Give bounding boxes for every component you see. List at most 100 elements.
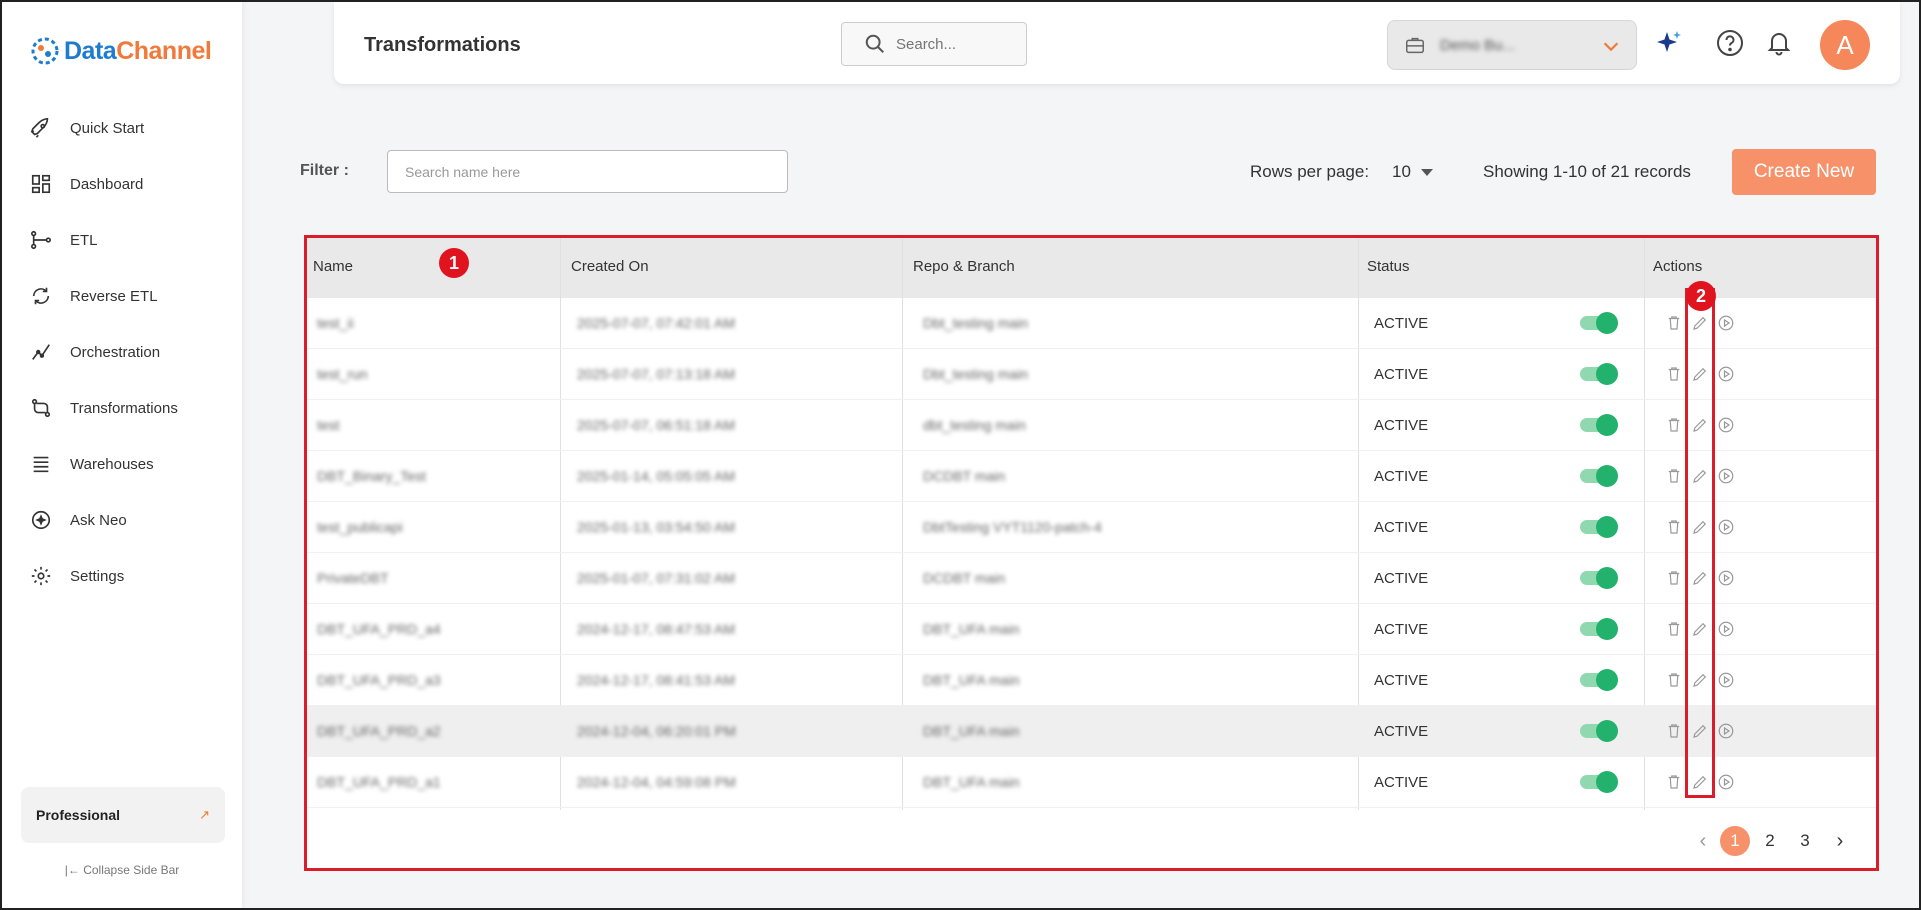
row-name[interactable]: PrivateDBT: [317, 570, 389, 586]
run-icon[interactable]: [1717, 722, 1735, 740]
delete-icon[interactable]: [1665, 518, 1683, 536]
table-row[interactable]: DBT_UFA_PRD_a4 2024-12-17, 08:47:53 AM DBT…: [307, 604, 1876, 655]
delete-icon[interactable]: [1665, 773, 1683, 791]
rows-per-page-select[interactable]: 10: [1392, 162, 1433, 182]
table-row[interactable]: test_run 2025-07-07, 07:13:18 AM Dbt_testi…: [307, 349, 1876, 400]
delete-icon[interactable]: [1665, 416, 1683, 434]
user-avatar[interactable]: A: [1820, 20, 1870, 70]
run-icon[interactable]: [1717, 467, 1735, 485]
column-header-name[interactable]: Name: [313, 258, 353, 275]
search-input[interactable]: [896, 35, 1006, 53]
status-toggle[interactable]: [1580, 618, 1618, 640]
run-icon[interactable]: [1717, 671, 1735, 689]
run-icon[interactable]: [1717, 620, 1735, 638]
row-status: ACTIVE: [1374, 314, 1429, 332]
sidebar-item-quick-start[interactable]: Quick Start: [2, 100, 242, 156]
global-search[interactable]: [841, 22, 1027, 66]
plan-box[interactable]: Professional ↗: [21, 787, 225, 843]
row-status: ACTIVE: [1374, 365, 1429, 383]
status-toggle[interactable]: [1580, 567, 1618, 589]
next-page-icon[interactable]: ›: [1825, 826, 1855, 856]
collapse-label: Collapse Side Bar: [83, 863, 180, 877]
row-name[interactable]: test: [317, 417, 340, 433]
column-header-repo-branch[interactable]: Repo & Branch: [913, 258, 1015, 275]
prev-page-icon[interactable]: ‹: [1688, 826, 1718, 856]
sidebar-item-settings[interactable]: Settings: [2, 548, 242, 604]
row-name[interactable]: test_publicapi: [317, 519, 403, 535]
run-icon[interactable]: [1717, 569, 1735, 587]
table-row[interactable]: DBT_UFA_PRD_a2 2024-12-04, 06:20:01 PM DBT…: [307, 706, 1876, 757]
table-row[interactable]: test 2025-07-07, 06:51:18 AM dbt_testing m…: [307, 400, 1876, 451]
settings-icon: [31, 566, 51, 586]
run-icon[interactable]: [1717, 416, 1735, 434]
workspace-selector[interactable]: Demo Bu...: [1387, 20, 1637, 70]
run-icon[interactable]: [1717, 314, 1735, 332]
sidebar-item-dashboard[interactable]: Dashboard: [2, 156, 242, 212]
filter-input[interactable]: Search name here: [387, 150, 788, 193]
status-toggle[interactable]: [1580, 771, 1618, 793]
row-repo-branch: dbt_testing main: [923, 417, 1026, 433]
row-created-on: 2024-12-04, 06:20:01 PM: [577, 723, 736, 739]
table-row[interactable]: DBT_UFA_PRD_a3 2024-12-17, 08:41:53 AM DBT…: [307, 655, 1876, 706]
column-header-created-on[interactable]: Created On: [571, 258, 649, 275]
sidebar-item-label: Settings: [70, 567, 125, 585]
table-row[interactable]: DBT_Binary_Test 2025-01-14, 05:05:05 AM DC…: [307, 451, 1876, 502]
delete-icon[interactable]: [1665, 569, 1683, 587]
chevron-down-icon: [1603, 42, 1619, 52]
sidebar-item-orchestration[interactable]: Orchestration: [2, 324, 242, 380]
sidebar-item-transformations[interactable]: Transformations: [2, 380, 242, 436]
table-row[interactable]: DBT_UFA_PRD_a1 2024-12-04, 04:59:08 PM DBT…: [307, 757, 1876, 808]
run-icon[interactable]: [1717, 365, 1735, 383]
column-header-status[interactable]: Status: [1367, 258, 1410, 275]
delete-icon[interactable]: [1665, 365, 1683, 383]
table-row[interactable]: PrivateDBT 2025-01-07, 07:31:02 AM DCDBT m…: [307, 553, 1876, 604]
status-toggle[interactable]: [1580, 312, 1618, 334]
row-name[interactable]: DBT_UFA_PRD_a4: [317, 621, 441, 637]
run-icon[interactable]: [1717, 518, 1735, 536]
orchestration-icon: [32, 344, 50, 360]
page-1-button[interactable]: 1: [1720, 826, 1750, 856]
row-name[interactable]: DBT_UFA_PRD_a2: [317, 723, 441, 739]
filter-placeholder: Search name here: [405, 163, 521, 180]
status-toggle[interactable]: [1580, 363, 1618, 385]
status-toggle[interactable]: [1580, 720, 1618, 742]
external-link-icon[interactable]: ↗: [199, 807, 210, 823]
sidebar-item-reverse-etl[interactable]: Reverse ETL: [2, 268, 242, 324]
row-name[interactable]: DBT_Binary_Test: [317, 468, 426, 484]
run-icon[interactable]: [1717, 773, 1735, 791]
table-row[interactable]: test_publicapi 2025-01-13, 03:54:50 AM Dbt…: [307, 502, 1876, 553]
status-toggle[interactable]: [1580, 414, 1618, 436]
sidebar-nav: Quick Start Dashboard ETL Reverse ETL Or…: [2, 100, 242, 604]
sidebar-item-label: Warehouses: [70, 455, 154, 473]
table-row[interactable]: test_ii 2025-07-07, 07:42:01 AM Dbt_testin…: [307, 298, 1876, 349]
delete-icon[interactable]: [1665, 314, 1683, 332]
page-2-button[interactable]: 2: [1755, 826, 1785, 856]
ai-sparkle-icon[interactable]: [1654, 28, 1684, 58]
page-3-button[interactable]: 3: [1790, 826, 1820, 856]
delete-icon[interactable]: [1665, 467, 1683, 485]
status-toggle[interactable]: [1580, 669, 1618, 691]
row-status: ACTIVE: [1374, 467, 1429, 485]
row-name[interactable]: DBT_UFA_PRD_a1: [317, 774, 441, 790]
sidebar-item-warehouses[interactable]: Warehouses: [2, 436, 242, 492]
row-name[interactable]: test_ii: [317, 315, 354, 331]
column-header-actions: Actions: [1653, 258, 1703, 275]
sidebar-item-ask-neo[interactable]: Ask Neo: [2, 492, 242, 548]
collapse-sidebar-button[interactable]: |← Collapse Side Bar: [2, 863, 242, 877]
status-toggle[interactable]: [1580, 516, 1618, 538]
delete-icon[interactable]: [1665, 671, 1683, 689]
filter-label: Filter :: [300, 162, 349, 179]
delete-icon[interactable]: [1665, 722, 1683, 740]
row-name[interactable]: DBT_UFA_PRD_a3: [317, 672, 441, 688]
help-icon[interactable]: [1715, 28, 1745, 58]
row-repo-branch: Dbt_testing main: [923, 366, 1029, 382]
row-repo-branch: DBT_UFA main: [923, 672, 1020, 688]
delete-icon[interactable]: [1665, 620, 1683, 638]
status-toggle[interactable]: [1580, 465, 1618, 487]
row-name[interactable]: test_run: [317, 366, 368, 382]
sidebar-item-etl[interactable]: ETL: [2, 212, 242, 268]
bell-icon[interactable]: [1764, 28, 1794, 58]
create-new-button[interactable]: Create New: [1732, 149, 1876, 195]
row-created-on: 2025-01-07, 07:31:02 AM: [577, 570, 736, 586]
datachannel-logo[interactable]: DataChannel: [30, 36, 212, 66]
